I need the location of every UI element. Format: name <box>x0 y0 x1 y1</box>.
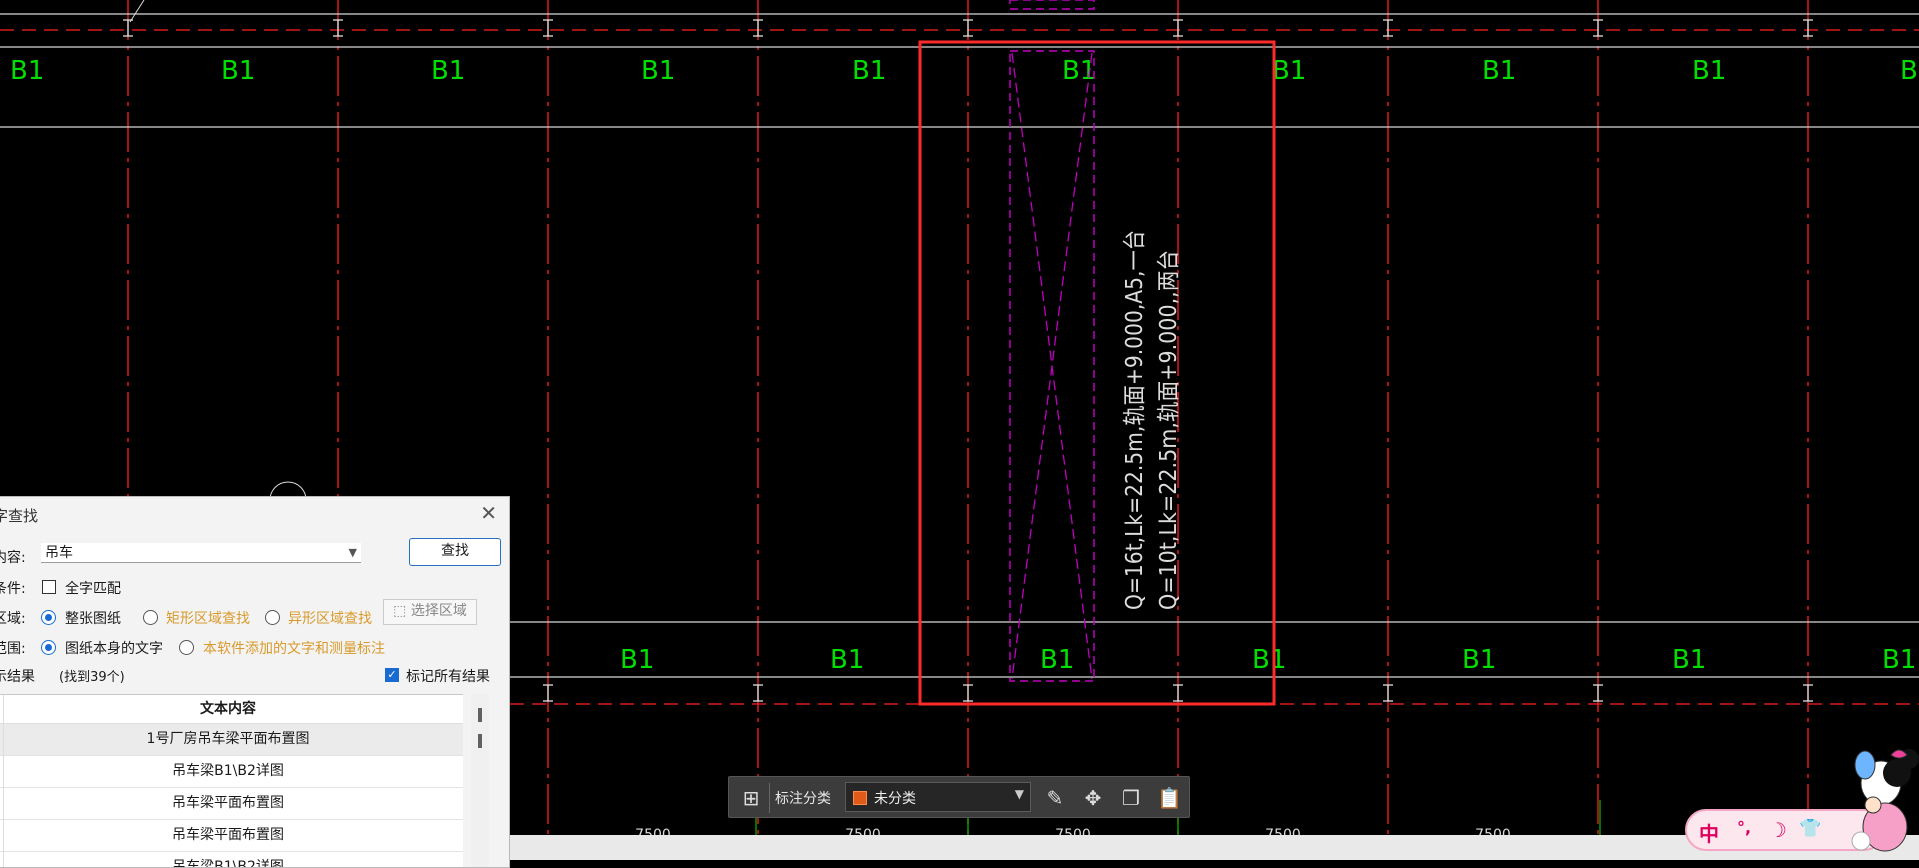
beam-label-b1: B1 <box>852 56 886 86</box>
dimension-label: 7500 <box>635 827 671 835</box>
beam-label-b1: B1 <box>620 645 654 675</box>
dimension-label: 7500 <box>1055 827 1091 835</box>
beam-label-b1: B1 <box>431 56 465 86</box>
region-radio-irregular[interactable] <box>265 610 280 625</box>
region-radio-whole[interactable] <box>41 610 56 625</box>
mark-all-label: 标记所有结果 <box>406 669 490 685</box>
beam-label-b1: B1 <box>830 645 864 675</box>
copy-icon[interactable]: ❐ <box>1119 786 1143 810</box>
search-input-value: 吊车 <box>45 545 73 561</box>
beam-label-b1: B1 <box>1272 56 1306 86</box>
results-scrollbar[interactable] <box>471 694 489 867</box>
scope-label: 范围: <box>0 641 26 657</box>
mascot-icon <box>1851 749 1919 852</box>
table-row[interactable]: 吊车梁B1\B2详图 <box>0 852 463 867</box>
beam-label-b1: B1 <box>1882 645 1916 675</box>
scope-radio-drawing[interactable] <box>41 640 56 655</box>
ime-punct[interactable]: °, <box>1737 818 1751 837</box>
move-icon[interactable]: ✥ <box>1081 786 1105 810</box>
scope-option-drawing: 图纸本身的文字 <box>65 641 163 657</box>
select-region-button[interactable]: ⬚ 选择区域 <box>383 599 477 625</box>
content-label: 内容: <box>0 550 26 566</box>
text-find-dialog[interactable]: 字查找 ✕ 内容: 吊车 ▼ 查找 条件: 全字匹配 区域: 整张图纸 矩形区域… <box>0 496 510 868</box>
region-radio-rect[interactable] <box>143 610 158 625</box>
region-option-whole: 整张图纸 <box>65 611 121 627</box>
full-match-checkbox[interactable] <box>42 580 56 594</box>
crane-note-line2: Q=10t,Lk=22.5m,轨面+9.000,,两台 <box>1156 250 1182 610</box>
chevron-down-icon[interactable]: ▼ <box>349 543 357 563</box>
dimension-label: 7500 <box>1265 827 1301 835</box>
region-option-rect: 矩形区域查找 <box>166 611 250 627</box>
condition-label: 条件: <box>0 581 26 597</box>
shirt-icon[interactable]: 👕 <box>1799 818 1821 839</box>
beam-label-b1: B1 <box>1482 56 1516 86</box>
beam-label-b1: B1 <box>1900 56 1919 86</box>
results-label: 示结果 <box>0 669 35 685</box>
table-row[interactable]: 吊车梁B1\B2详图 <box>0 756 463 788</box>
scroll-thumb-secondary[interactable] <box>478 734 482 748</box>
paste-icon[interactable]: 📋 <box>1157 786 1182 810</box>
region-label: 区域: <box>0 611 26 627</box>
dimension-label: 7500 <box>1475 827 1511 835</box>
ime-mode[interactable]: 中 <box>1699 818 1719 847</box>
table-header: 文本内容 <box>0 695 463 724</box>
search-input[interactable]: 吊车 ▼ <box>41 543 361 563</box>
full-match-label: 全字匹配 <box>65 581 121 597</box>
dimension-label: 7500 <box>845 827 881 835</box>
beam-label-b1: B1 <box>1672 645 1706 675</box>
scope-radio-added[interactable] <box>179 640 194 655</box>
table-row[interactable]: 吊车梁平面布置图 <box>0 788 463 820</box>
category-value: 未分类 <box>874 791 916 807</box>
row-index-column <box>0 695 4 867</box>
beam-label-b1: B1 <box>10 56 44 86</box>
ime-status-widget[interactable]: 中 °, ☽ 👕 <box>1685 749 1919 860</box>
mark-all-checkbox[interactable]: ✓ <box>385 668 399 682</box>
crane-note-line1: Q=16t,Lk=22.5m,轨面+9.000,A5,一台 <box>1122 230 1148 610</box>
select-region-label: 选择区域 <box>410 603 467 619</box>
beam-label-b1: B1 <box>1252 645 1286 675</box>
category-dropdown[interactable]: 未分类 ▼ <box>845 782 1031 812</box>
edit-icon[interactable]: ✎ <box>1043 786 1067 810</box>
beam-label-b1: B1 <box>1040 645 1074 675</box>
beam-label-b1: B1 <box>641 56 675 86</box>
annotation-toolbar[interactable]: ⊞ 标注分类 未分类 ▼ ✎ ✥ ❐ 📋 <box>728 776 1190 818</box>
table-row[interactable]: 1号厂房吊车梁平面布置图 <box>0 724 463 756</box>
results-table[interactable]: 文本内容 1号厂房吊车梁平面布置图 吊车梁B1\B2详图 吊车梁平面布置图 吊车… <box>0 694 463 867</box>
category-label: 标注分类 <box>775 791 831 807</box>
chevron-down-icon[interactable]: ▼ <box>1015 787 1024 801</box>
category-color-swatch <box>853 791 867 805</box>
scroll-thumb[interactable] <box>478 708 482 722</box>
beam-label-b1: B1 <box>1692 56 1726 86</box>
toolbar-separator <box>769 783 770 813</box>
find-button[interactable]: 查找 <box>409 538 501 566</box>
moon-icon[interactable]: ☽ <box>1769 818 1787 842</box>
grid-apps-icon[interactable]: ⊞ <box>739 786 763 810</box>
beam-label-b1: B1 <box>1462 645 1496 675</box>
beam-label-b1: B1 <box>221 56 255 86</box>
dialog-title: 字查找 <box>0 507 39 525</box>
table-row[interactable]: 吊车梁平面布置图 <box>0 820 463 852</box>
close-icon[interactable]: ✕ <box>480 501 497 525</box>
scope-option-added: 本软件添加的文字和测量标注 <box>203 641 385 657</box>
results-count: (找到39个) <box>59 670 125 685</box>
select-region-icon: ⬚ <box>393 603 407 619</box>
region-option-irregular: 异形区域查找 <box>288 611 372 627</box>
